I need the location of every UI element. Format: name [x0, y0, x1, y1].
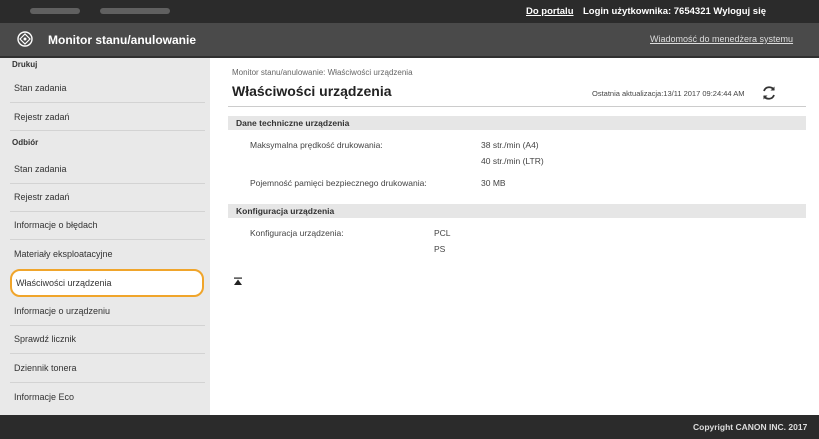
divider	[10, 239, 205, 240]
app-logo-icon	[17, 31, 33, 47]
divider	[10, 130, 205, 131]
sidebar-item-eco-info[interactable]: Informacje Eco	[12, 386, 204, 408]
login-info[interactable]: Login użytkownika: 7654321 Wyloguj się	[583, 6, 766, 17]
app-title: Monitor stanu/anulowanie	[48, 33, 197, 47]
back-to-top-icon[interactable]	[233, 277, 243, 287]
divider	[228, 106, 806, 107]
blurred-text	[30, 8, 80, 14]
sidebar-item-print-job-status[interactable]: Stan zadania	[12, 77, 204, 99]
portal-link[interactable]: Do portalu	[526, 6, 574, 17]
divider	[10, 382, 205, 383]
divider	[10, 183, 205, 184]
breadcrumb: Monitor stanu/anulowanie: Właściwości ur…	[232, 68, 413, 77]
max-print-speed-ltr: 40 str./min (LTR)	[481, 156, 544, 166]
footer: Copyright CANON INC. 2017	[0, 415, 819, 439]
page-title: Właściwości urządzenia	[232, 83, 392, 99]
sidebar: Drukuj Stan zadania Rejestr zadań Odbiór…	[0, 58, 210, 415]
divider	[10, 325, 205, 326]
config-value-ps: PS	[434, 244, 446, 254]
sidebar-item-toner-log[interactable]: Dziennik tonera	[12, 357, 204, 379]
sidebar-item-check-counter[interactable]: Sprawdź licznik	[12, 328, 204, 350]
sidebar-item-error-info[interactable]: Informacje o błędach	[12, 214, 204, 236]
section-device-specs: Dane techniczne urządzenia	[228, 116, 806, 130]
sidebar-item-consumables[interactable]: Materiały eksploatacyjne	[12, 243, 204, 265]
section-device-config: Konfiguracja urządzenia	[228, 204, 806, 218]
message-to-admin-link[interactable]: Wiadomość do menedżera systemu	[650, 34, 793, 44]
divider	[10, 353, 205, 354]
sidebar-item-receive-job-log[interactable]: Rejestr zadań	[12, 186, 204, 208]
secure-print-memory-value: 30 MB	[481, 178, 506, 188]
secure-print-memory-label: Pojemność pamięci bezpiecznego drukowani…	[250, 178, 427, 188]
blurred-text	[100, 8, 170, 14]
sidebar-item-device-info[interactable]: Informacje o urządzeniu	[12, 300, 204, 322]
divider	[10, 211, 205, 212]
header-bar: Monitor stanu/anulowanie Wiadomość do me…	[0, 23, 819, 58]
sidebar-item-print-job-log[interactable]: Rejestr zadań	[12, 106, 204, 128]
copyright-text: Copyright CANON INC. 2017	[693, 422, 808, 432]
max-print-speed-label: Maksymalna prędkość drukowania:	[250, 140, 383, 150]
max-print-speed-a4: 38 str./min (A4)	[481, 140, 539, 150]
device-config-label: Konfiguracja urządzenia:	[250, 228, 344, 238]
refresh-icon[interactable]	[761, 85, 777, 101]
divider	[10, 102, 205, 103]
top-bar: Do portalu Login użytkownika: 7654321 Wy…	[0, 0, 819, 23]
sidebar-item-device-features[interactable]: Właściwości urządzenia	[10, 269, 204, 297]
sidebar-section-receive: Odbiór	[12, 138, 39, 147]
sidebar-section-print: Drukuj	[12, 60, 38, 69]
last-update-text: Ostatnia aktualizacja:13/11 2017 09:24:4…	[592, 89, 745, 98]
config-value-pcl: PCL	[434, 228, 451, 238]
sidebar-item-receive-job-status[interactable]: Stan zadania	[12, 158, 204, 180]
main-content: Monitor stanu/anulowanie: Właściwości ur…	[210, 58, 819, 415]
